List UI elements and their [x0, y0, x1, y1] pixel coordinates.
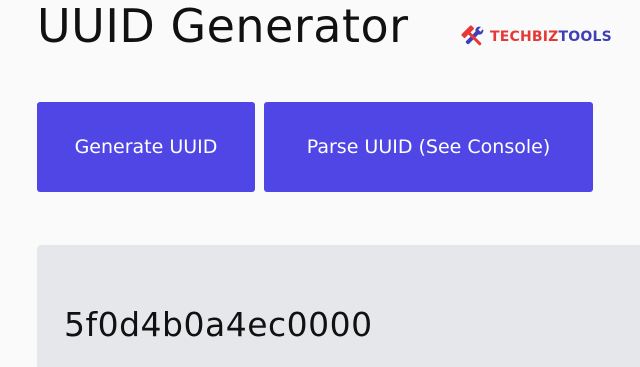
- brand-name-part1: TECHBIZ: [490, 29, 559, 45]
- page-title: UUID Generator: [37, 0, 409, 53]
- brand-logo[interactable]: TECHBIZTOOLS: [460, 24, 612, 50]
- uuid-output-value: 5f0d4b0a4ec0000: [64, 305, 373, 344]
- brand-name-part2: TOOLS: [558, 29, 612, 45]
- tools-icon: [461, 25, 484, 46]
- generate-uuid-button[interactable]: Generate UUID: [37, 102, 255, 192]
- page: UUID Generator TECHBIZTOOLS Generate UUI…: [0, 0, 640, 367]
- brand-name: TECHBIZTOOLS: [490, 29, 612, 45]
- parse-uuid-button[interactable]: Parse UUID (See Console): [264, 102, 593, 192]
- uuid-output-panel: 5f0d4b0a4ec0000: [37, 245, 640, 367]
